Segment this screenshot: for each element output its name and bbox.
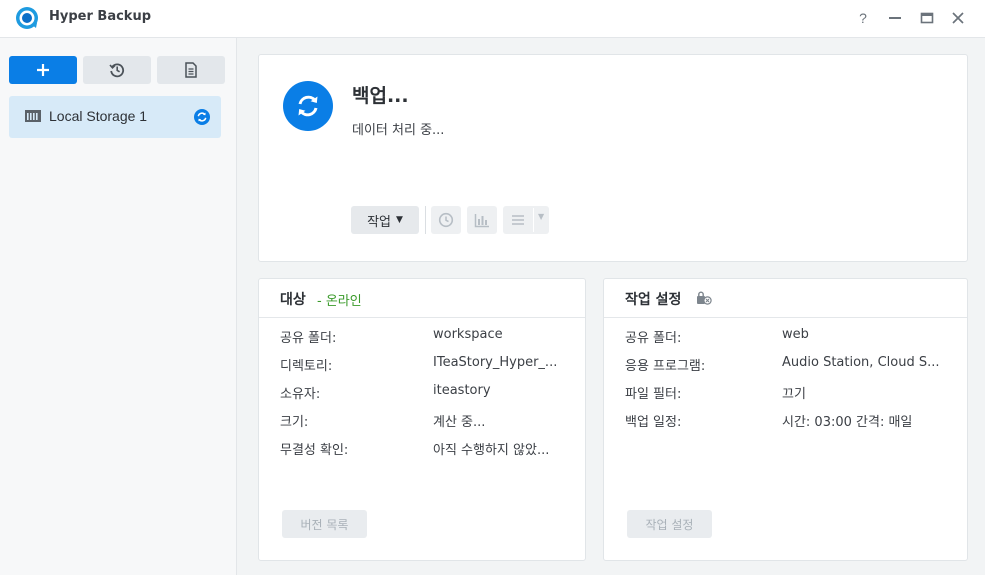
storage-icon <box>25 109 41 127</box>
sidebar-item-label: Local Storage 1 <box>49 108 148 124</box>
settings-value-shared-folder: web <box>782 327 809 342</box>
target-label-owner: 소유자: <box>280 387 321 402</box>
close-icon <box>952 12 964 24</box>
caret-down-icon: ▼ <box>538 212 545 221</box>
target-label-integrity: 무결성 확인: <box>280 443 349 458</box>
statistics-button[interactable] <box>467 206 497 234</box>
restore-clock-icon <box>438 212 454 228</box>
settings-value-schedule: 시간: 03:00 간격: 매일 <box>782 415 913 430</box>
target-value-size: 계산 중... <box>433 415 486 430</box>
split-divider <box>533 208 534 232</box>
target-label-directory: 디렉토리: <box>280 359 333 374</box>
sync-icon <box>283 81 333 131</box>
lock-settings-icon <box>696 291 712 309</box>
more-menu-button[interactable]: ▼ <box>503 206 549 234</box>
settings-label-applications: 응용 프로그램: <box>625 359 706 374</box>
add-task-button[interactable] <box>9 56 77 84</box>
maximize-button[interactable] <box>916 7 938 29</box>
sync-icon <box>194 109 210 129</box>
help-button[interactable]: ? <box>852 7 874 29</box>
menu-icon <box>512 215 524 225</box>
target-value-directory: ITeaStory_Hyper_... <box>433 355 558 370</box>
settings-label-schedule: 백업 일정: <box>625 415 682 430</box>
minimize-button[interactable] <box>884 7 906 29</box>
version-list-button[interactable]: 버전 목록 <box>282 510 367 538</box>
history-icon <box>109 63 125 78</box>
log-button[interactable] <box>157 56 225 84</box>
settings-card-header: 작업 설정 <box>604 279 967 318</box>
restore-button[interactable] <box>431 206 461 234</box>
target-card: 대상 - 온라인 공유 폴더: workspace 디렉토리: ITeaStor… <box>258 278 586 561</box>
status-subtitle: 데이터 처리 중... <box>352 123 445 138</box>
target-value-integrity: 아직 수행하지 않았... <box>433 443 550 458</box>
toolbar-divider <box>425 206 426 234</box>
close-button[interactable] <box>947 7 969 29</box>
restore-button[interactable] <box>83 56 151 84</box>
hyper-backup-logo-icon <box>15 6 39 30</box>
task-settings-card: 작업 설정 공유 폴더: web 응용 프로그램: Audio Station,… <box>603 278 968 561</box>
target-title: 대상 <box>280 292 306 308</box>
log-icon <box>185 62 197 78</box>
settings-value-applications: Audio Station, Cloud S... <box>782 355 940 370</box>
target-online-status: - 온라인 <box>317 294 362 309</box>
sidebar-item-local-storage-1[interactable]: Local Storage 1 <box>9 96 221 138</box>
title-bar: Hyper Backup ? <box>0 0 985 38</box>
action-dropdown-button[interactable]: 작업 ▼ <box>351 206 419 234</box>
caret-down-icon: ▼ <box>396 215 403 225</box>
chart-icon <box>474 214 489 228</box>
sidebar: Local Storage 1 <box>0 38 237 575</box>
maximize-icon <box>920 12 934 24</box>
task-settings-button[interactable]: 작업 설정 <box>627 510 712 538</box>
plus-icon <box>37 64 49 76</box>
help-icon: ? <box>859 10 867 26</box>
minimize-icon <box>889 17 901 19</box>
settings-label-file-filter: 파일 필터: <box>625 387 682 402</box>
target-label-shared-folder: 공유 폴더: <box>280 331 337 346</box>
settings-value-file-filter: 끄기 <box>782 387 806 402</box>
settings-title: 작업 설정 <box>625 292 682 308</box>
app-title: Hyper Backup <box>49 9 152 24</box>
target-value-owner: iteastory <box>433 383 491 398</box>
target-value-shared-folder: workspace <box>433 327 503 342</box>
target-label-size: 크기: <box>280 415 309 430</box>
settings-label-shared-folder: 공유 폴더: <box>625 331 682 346</box>
backup-status-card: 백업... 데이터 처리 중... 작업 ▼ ▼ <box>258 54 968 262</box>
status-title: 백업... <box>352 85 409 107</box>
action-label: 작업 <box>367 214 391 230</box>
target-card-header: 대상 - 온라인 <box>259 279 585 318</box>
